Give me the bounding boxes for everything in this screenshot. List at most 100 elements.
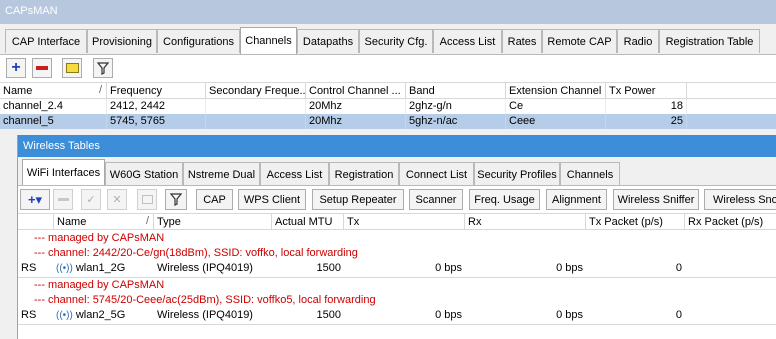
cap-button[interactable]: CAP [196, 189, 233, 210]
comment-button[interactable] [137, 189, 157, 210]
table-row[interactable]: channel_2.4 2412, 2442 20Mhz 2ghz-g/n Ce… [0, 99, 776, 114]
wireless-toolbar: +▾ ✓ ✕ CAP WPS Client Setup Repeater Sca… [18, 185, 776, 213]
scanner-button[interactable]: Scanner [409, 189, 463, 210]
cell-rx: 0 bps [556, 309, 583, 321]
comment-text: --- channel: 2442/20-Ce/gn(18dBm), SSID:… [34, 247, 358, 259]
cell-name: ((•)) wlan1_2G [56, 262, 126, 274]
cell-mtu: 1500 [316, 262, 341, 274]
minus-icon [57, 198, 69, 201]
wireless-snooper-button[interactable]: Wireless Snooper [704, 189, 776, 210]
tab-cap-interface[interactable]: CAP Interface [5, 29, 87, 53]
remove-button[interactable] [32, 58, 52, 78]
note-icon [141, 195, 153, 204]
wireless-interface-icon: ((•)) [56, 310, 73, 321]
column-header-extension-channel[interactable]: Extension Channel [506, 83, 606, 99]
tab-connect-list[interactable]: Connect List [399, 162, 474, 186]
row-divider [18, 324, 776, 325]
filter-icon [170, 193, 182, 206]
tab-security-cfg[interactable]: Security Cfg. [359, 29, 433, 53]
x-icon: ✕ [112, 194, 122, 206]
cell-band: 2ghz-g/n [406, 99, 506, 114]
minus-icon [36, 66, 48, 70]
comment-row: --- managed by CAPsMAN [18, 231, 776, 246]
table-row[interactable]: RS ((•)) wlan2_5G Wireless (IPQ4019) 1500… [18, 308, 776, 323]
cell-control-channel: 20Mhz [306, 99, 406, 114]
tab-datapaths[interactable]: Datapaths [297, 29, 359, 53]
filter-button[interactable] [93, 58, 113, 78]
cell-tx-packet: 0 [675, 262, 682, 274]
wireless-tab-bar: WiFi Interfaces W60G Station Nstreme Dua… [18, 157, 776, 186]
cell-band: 5ghz-n/ac [406, 114, 506, 129]
tab-channels[interactable]: Channels [560, 162, 620, 186]
wireless-sniffer-button[interactable]: Wireless Sniffer [613, 189, 699, 210]
column-header-name[interactable]: Name / [0, 83, 107, 99]
column-header-tx-packet[interactable]: Tx Packet (p/s) [586, 214, 685, 230]
sort-arrow-icon: / [98, 84, 102, 96]
table-row-selected[interactable]: channel_5 5745, 5765 20Mhz 5ghz-n/ac Cee… [0, 114, 776, 129]
check-icon: ✓ [86, 194, 96, 206]
cell-type: Wireless (IPQ4019) [157, 262, 253, 274]
cell-flags: RS [21, 262, 37, 274]
remove-button[interactable] [53, 189, 73, 210]
column-header-rx[interactable]: Rx [465, 214, 586, 230]
cell-tx: 0 bps [435, 309, 462, 321]
column-header-tx[interactable]: Tx [344, 214, 465, 230]
tab-channels[interactable]: Channels [240, 27, 297, 54]
wps-client-button[interactable]: WPS Client [238, 189, 306, 210]
setup-repeater-button[interactable]: Setup Repeater [312, 189, 404, 210]
tab-registration[interactable]: Registration [329, 162, 399, 186]
cell-tx-power: 18 [606, 99, 687, 114]
channels-toolbar: + [0, 54, 776, 82]
tab-access-list[interactable]: Access List [260, 162, 329, 186]
column-header-type[interactable]: Type [154, 214, 272, 230]
column-header-secondary-frequency[interactable]: Secondary Freque... [206, 83, 306, 99]
cell-tx: 0 bps [435, 262, 462, 274]
column-header-band[interactable]: Band [406, 83, 506, 99]
column-header-actual-mtu[interactable]: Actual MTU [272, 214, 344, 230]
interfaces-table-body: --- managed by CAPsMAN --- channel: 2442… [18, 230, 776, 339]
comment-text: --- managed by CAPsMAN [34, 279, 165, 291]
alignment-button[interactable]: Alignment [546, 189, 607, 210]
sort-arrow-icon: / [145, 215, 149, 227]
tab-provisioning[interactable]: Provisioning [87, 29, 157, 53]
tab-access-list[interactable]: Access List [433, 29, 502, 53]
enable-button[interactable]: ✓ [81, 189, 101, 210]
column-header-tx-power[interactable]: Tx Power [606, 83, 687, 99]
column-header-name[interactable]: Name / [54, 214, 154, 230]
column-header-rx-packet[interactable]: Rx Packet (p/s) [685, 214, 776, 230]
column-header-control-channel[interactable]: Control Channel ... [306, 83, 406, 99]
table-row[interactable]: RS ((•)) wlan1_2G Wireless (IPQ4019) 1500… [18, 261, 776, 276]
tab-w60g-station[interactable]: W60G Station [105, 162, 183, 186]
disable-button[interactable]: ✕ [107, 189, 127, 210]
comment-row: --- channel: 2442/20-Ce/gn(18dBm), SSID:… [18, 246, 776, 261]
tab-radio[interactable]: Radio [617, 29, 659, 53]
filter-icon [97, 61, 109, 75]
wireless-tables-title: Wireless Tables [18, 135, 776, 157]
plus-icon: + [11, 59, 21, 76]
comment-text: --- managed by CAPsMAN [34, 232, 165, 244]
comment-text: --- channel: 5745/20-Ceee/ac(25dBm), SSI… [34, 294, 376, 306]
cell-frequency: 5745, 5765 [107, 114, 206, 129]
column-header-frequency[interactable]: Frequency [107, 83, 206, 99]
tab-configurations[interactable]: Configurations [157, 29, 240, 53]
cell-extension-channel: Ceee [506, 114, 606, 129]
filter-button[interactable] [165, 189, 187, 210]
tab-registration-table[interactable]: Registration Table [659, 29, 760, 53]
column-header-flags[interactable] [18, 214, 54, 230]
add-button[interactable]: + [6, 58, 26, 78]
tab-security-profiles[interactable]: Security Profiles [474, 162, 560, 186]
freq-usage-button[interactable]: Freq. Usage [469, 189, 540, 210]
wireless-tables-window: Wireless Tables WiFi Interfaces W60G Sta… [17, 135, 776, 339]
tab-wifi-interfaces[interactable]: WiFi Interfaces [22, 159, 105, 185]
comment-button[interactable] [62, 58, 82, 78]
tab-rates[interactable]: Rates [502, 29, 542, 53]
capsman-tab-bar: CAP Interface Provisioning Configuration… [0, 24, 776, 54]
cell-flags: RS [21, 309, 37, 321]
add-dropdown-button[interactable]: +▾ [20, 189, 50, 210]
cell-name: ((•)) wlan2_5G [56, 309, 126, 321]
tab-remote-cap[interactable]: Remote CAP [542, 29, 617, 53]
cell-mtu: 1500 [316, 309, 341, 321]
cell-name: channel_5 [0, 114, 107, 129]
tab-nstreme-dual[interactable]: Nstreme Dual [183, 162, 260, 186]
cell-tx-packet: 0 [675, 309, 682, 321]
